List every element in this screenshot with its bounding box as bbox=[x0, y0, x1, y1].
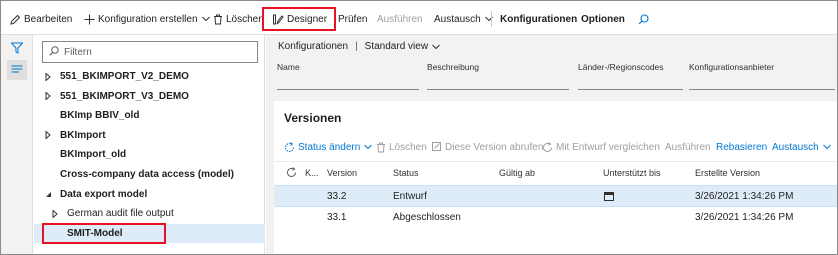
configuration-header: Konfigurationen | Standard view Name Bes… bbox=[274, 35, 837, 93]
tree-item[interactable]: German audit file output bbox=[34, 204, 265, 223]
refresh-grid-icon[interactable] bbox=[286, 167, 297, 180]
selected-item-highlight-box bbox=[42, 223, 166, 244]
configuration-tree-pane: Filtern 551_BKIMPORT_V2_DEMO 551_BKIMPORT… bbox=[34, 35, 265, 254]
caret-right-icon[interactable] bbox=[43, 72, 53, 81]
name-field[interactable] bbox=[277, 89, 419, 90]
caret-right-icon[interactable] bbox=[43, 92, 53, 101]
breadcrumb-separator: | bbox=[355, 41, 358, 52]
cell-created-version: 3/26/2021 1:34:26 PM bbox=[695, 191, 794, 202]
version-row[interactable]: 33.2 Entwurf 3/26/2021 1:34:26 PM bbox=[274, 185, 837, 207]
calendar-icon[interactable] bbox=[604, 192, 614, 204]
tree-item[interactable]: BKImport_old bbox=[34, 145, 265, 164]
chevron-down-icon bbox=[432, 44, 440, 50]
navigation-rail bbox=[1, 35, 33, 254]
chevron-down-icon bbox=[201, 16, 210, 22]
chevron-down-icon bbox=[364, 144, 373, 150]
check-button[interactable]: Prüfen bbox=[338, 10, 367, 28]
tree-item[interactable]: BKImport bbox=[34, 126, 265, 145]
delete-version-button[interactable]: Löschen bbox=[376, 139, 427, 155]
search-icon bbox=[638, 13, 649, 25]
cell-created-version: 3/26/2021 1:34:26 PM bbox=[695, 212, 794, 223]
configurations-tab[interactable]: Konfigurationen bbox=[500, 10, 577, 28]
cell-version: 33.2 bbox=[327, 191, 347, 202]
description-field-label: Beschreibung bbox=[427, 62, 479, 72]
tree-item-label: Cross-company data access (model) bbox=[60, 169, 234, 180]
run-button[interactable]: Ausführen bbox=[377, 10, 423, 28]
delete-button[interactable]: Löschen bbox=[213, 10, 264, 28]
create-configuration-button[interactable]: Konfiguration erstellen bbox=[84, 10, 213, 28]
column-header-supported-until[interactable]: Unterstützt bis bbox=[603, 168, 661, 178]
caret-down-icon[interactable] bbox=[43, 191, 53, 198]
tree-item[interactable]: BKImp BBIV_old bbox=[34, 106, 265, 125]
column-header-version[interactable]: Version bbox=[327, 168, 357, 178]
chevron-down-icon bbox=[822, 144, 831, 150]
rebase-button[interactable]: Rebasieren bbox=[716, 139, 767, 155]
region-codes-field[interactable] bbox=[578, 89, 683, 90]
options-tab[interactable]: Optionen bbox=[581, 10, 625, 28]
versions-toolbar-divider bbox=[274, 161, 837, 162]
search-button[interactable] bbox=[638, 10, 652, 28]
list-view-button[interactable] bbox=[7, 60, 27, 80]
view-selector[interactable]: Standard view bbox=[365, 41, 428, 52]
tree-item-label: German audit file output bbox=[67, 208, 174, 220]
region-codes-field-label: Länder-/Regionscodes bbox=[578, 62, 664, 72]
filter-input[interactable]: Filtern bbox=[42, 41, 258, 63]
breadcrumb: Konfigurationen | Standard view bbox=[278, 41, 440, 52]
refresh-icon bbox=[284, 141, 295, 153]
name-field-label: Name bbox=[277, 62, 300, 72]
pencil-icon bbox=[10, 14, 21, 25]
description-field[interactable] bbox=[427, 89, 569, 90]
list-icon bbox=[11, 64, 23, 77]
action-pane: Bearbeiten Konfiguration erstellen Lösch… bbox=[1, 1, 837, 35]
provider-field-label: Konfigurationsanbieter bbox=[689, 62, 775, 72]
tree-item-label: BKImport_old bbox=[60, 149, 127, 161]
exchange-version-button[interactable]: Austausch bbox=[772, 139, 834, 155]
provider-field[interactable] bbox=[689, 89, 835, 90]
tree-item-label: 551_BKIMPORT_V2_DEMO bbox=[60, 71, 189, 82]
plus-icon bbox=[84, 14, 95, 25]
column-header-valid-from[interactable]: Gültig ab bbox=[499, 168, 535, 178]
versions-card: Versionen Status ändern Löschen Diese Ve… bbox=[274, 101, 837, 254]
tree-item-label: 551_BKIMPORT_V3_DEMO bbox=[60, 90, 189, 102]
cell-status: Entwurf bbox=[393, 191, 427, 202]
edit-square-icon bbox=[432, 142, 442, 152]
tree-item-label: BKImport bbox=[60, 129, 106, 141]
breadcrumb-root[interactable]: Konfigurationen bbox=[278, 41, 348, 52]
funnel-icon bbox=[10, 42, 24, 57]
exchange-menu-button[interactable]: Austausch bbox=[434, 10, 496, 28]
tree-item[interactable]: 551_BKIMPORT_V3_DEMO bbox=[34, 87, 265, 106]
main-content: Konfigurationen | Standard view Name Bes… bbox=[266, 35, 837, 254]
version-row[interactable]: 33.1 Abgeschlossen 3/26/2021 1:34:26 PM bbox=[274, 207, 837, 229]
get-version-button[interactable]: Diese Version abrufen bbox=[432, 139, 543, 155]
versions-title: Versionen bbox=[284, 111, 342, 125]
column-header-created-version[interactable]: Erstellte Version bbox=[695, 168, 760, 178]
trash-icon bbox=[213, 14, 223, 25]
tree-item[interactable]: Data export model bbox=[34, 185, 265, 204]
tree-item-label: BKImp BBIV_old bbox=[60, 110, 140, 122]
search-icon bbox=[49, 45, 64, 59]
filter-toggle-button[interactable] bbox=[7, 39, 27, 59]
tree-item[interactable]: Cross-company data access (model) bbox=[34, 165, 265, 184]
column-header-status[interactable]: Status bbox=[393, 168, 419, 178]
edit-button[interactable]: Bearbeiten bbox=[10, 10, 72, 28]
column-header-k[interactable]: K... bbox=[305, 168, 319, 178]
caret-right-icon[interactable] bbox=[43, 131, 53, 140]
cell-version: 33.1 bbox=[327, 212, 347, 223]
tree-item[interactable]: 551_BKIMPORT_V2_DEMO bbox=[34, 67, 265, 86]
caret-right-icon[interactable] bbox=[50, 209, 60, 218]
tree-item-label: Data export model bbox=[60, 188, 148, 200]
sync-icon bbox=[542, 141, 553, 153]
designer-highlight-box bbox=[262, 7, 336, 31]
change-status-button[interactable]: Status ändern bbox=[284, 139, 375, 155]
run-version-button[interactable]: Ausführen bbox=[665, 139, 711, 155]
trash-icon bbox=[376, 142, 386, 153]
toolbar-divider bbox=[491, 11, 492, 27]
compare-with-draft-button[interactable]: Mit Entwurf vergleichen bbox=[542, 139, 660, 155]
cell-status: Abgeschlossen bbox=[393, 212, 461, 223]
